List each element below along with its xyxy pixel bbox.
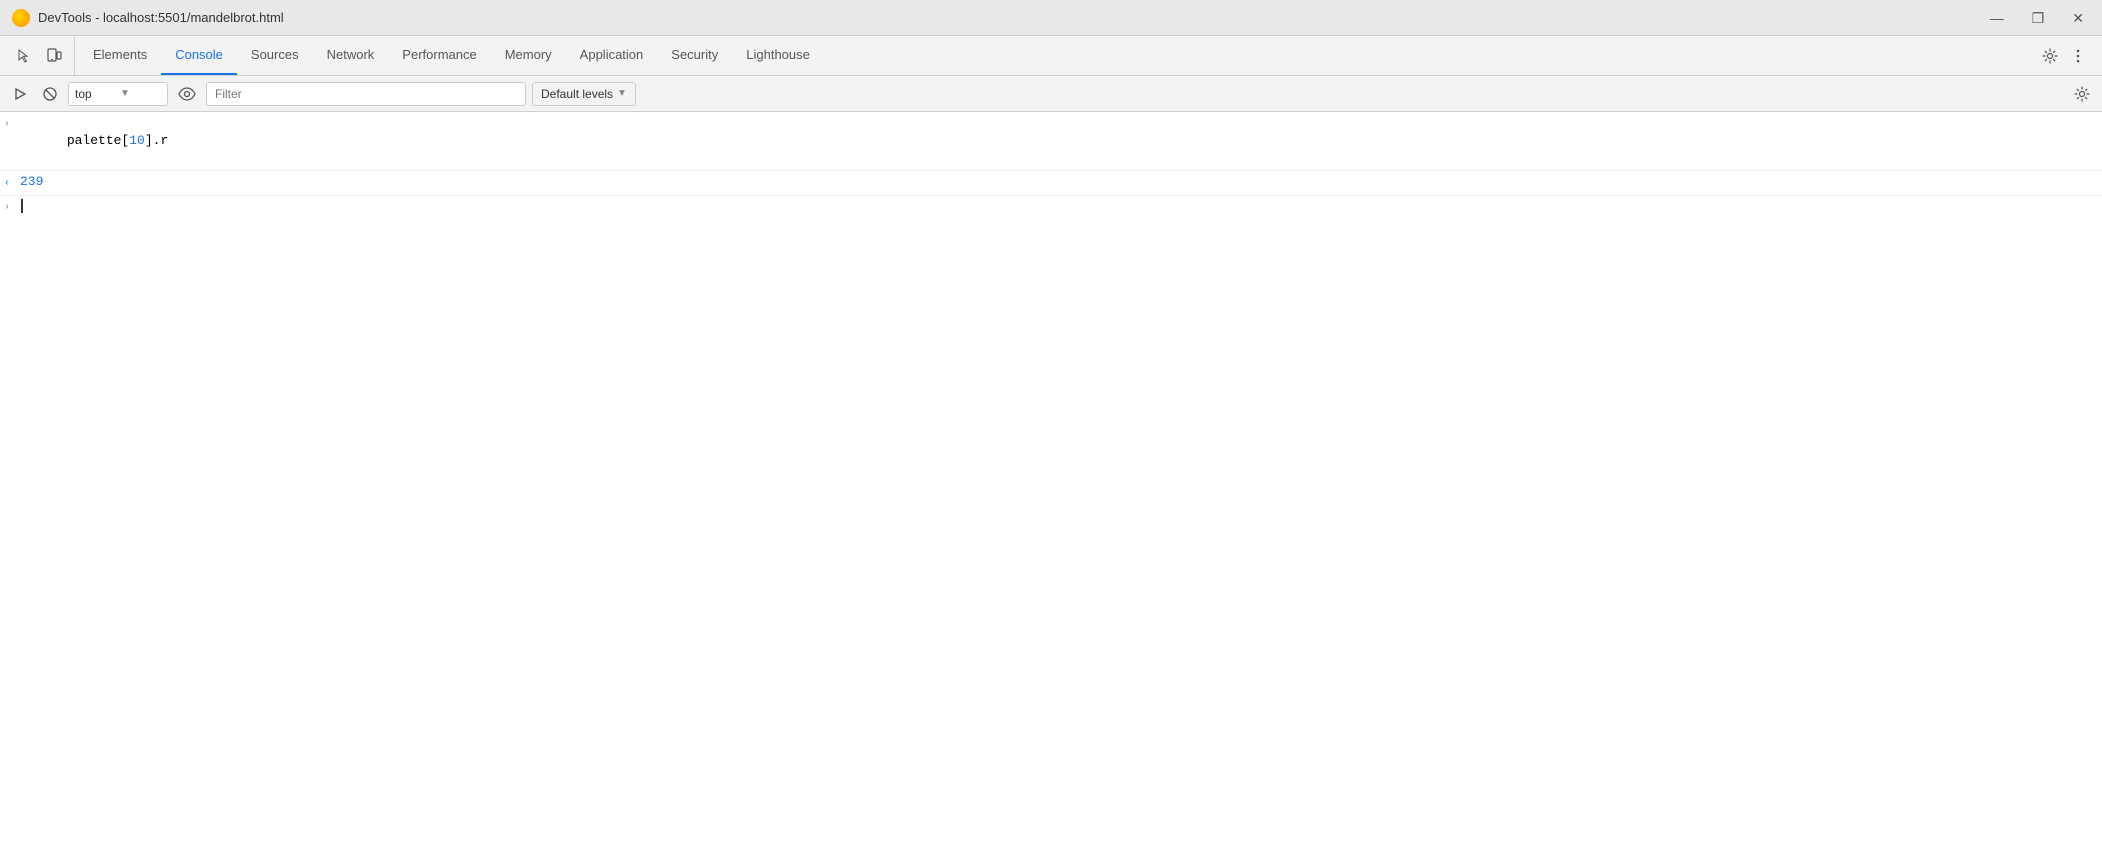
title-bar-text: DevTools - localhost:5501/mandelbrot.htm… — [38, 10, 1984, 25]
filter-input[interactable] — [206, 82, 526, 106]
title-bar: DevTools - localhost:5501/mandelbrot.htm… — [0, 0, 2102, 36]
context-selector[interactable]: top ▼ — [68, 82, 168, 106]
more-options-button[interactable] — [2066, 44, 2090, 68]
console-input-line-1: › palette[10].r — [0, 112, 2102, 171]
window-controls: — ❐ ✕ — [1984, 7, 2090, 29]
clear-console-button[interactable] — [8, 82, 32, 106]
eye-icon — [178, 87, 196, 101]
console-toolbar-right — [2070, 82, 2094, 106]
tab-performance[interactable]: Performance — [388, 36, 490, 75]
devtools-toolbar-icons — [4, 36, 75, 75]
console-output-line-1: ‹ 239 — [0, 171, 2102, 196]
clear-messages-button[interactable] — [38, 82, 62, 106]
close-button[interactable]: ✕ — [2066, 7, 2090, 29]
tab-security[interactable]: Security — [657, 36, 732, 75]
tab-application[interactable]: Application — [566, 36, 658, 75]
tab-lighthouse[interactable]: Lighthouse — [732, 36, 824, 75]
play-icon — [12, 86, 28, 102]
console-toolbar: top ▼ Default levels ▼ — [0, 76, 2102, 112]
console-cursor — [21, 199, 23, 213]
input-chevron-1: › — [4, 114, 20, 134]
tab-network[interactable]: Network — [313, 36, 389, 75]
inspect-element-button[interactable] — [12, 44, 36, 68]
chevron-down-icon: ▼ — [120, 88, 161, 99]
tab-sources[interactable]: Sources — [237, 36, 313, 75]
prompt-chevron: › — [4, 200, 20, 213]
minimize-button[interactable]: — — [1984, 7, 2010, 29]
devtools-icon — [12, 9, 30, 27]
output-chevron-1: ‹ — [4, 173, 20, 193]
maximize-button[interactable]: ❐ — [2026, 7, 2051, 29]
console-output: › palette[10].r ‹ 239 › — [0, 112, 2102, 855]
default-levels-button[interactable]: Default levels ▼ — [532, 82, 636, 106]
device-icon — [46, 48, 62, 64]
console-settings-button[interactable] — [2070, 82, 2094, 106]
tab-bar-right — [2038, 36, 2098, 75]
bracket-value: 10 — [129, 133, 145, 148]
gear-icon — [2042, 48, 2058, 64]
settings-button[interactable] — [2038, 44, 2062, 68]
cursor-icon — [16, 48, 32, 64]
live-expressions-button[interactable] — [174, 83, 200, 105]
tab-memory[interactable]: Memory — [491, 36, 566, 75]
ban-icon — [42, 86, 58, 102]
device-toggle-button[interactable] — [42, 44, 66, 68]
tab-console[interactable]: Console — [161, 36, 237, 75]
tab-bar: Elements Console Sources Network Perform… — [0, 36, 2102, 76]
context-label: top — [75, 87, 116, 101]
tab-elements[interactable]: Elements — [79, 36, 161, 75]
console-prompt-line[interactable]: › — [0, 196, 2102, 216]
console-expression-1: palette[10].r — [20, 114, 2094, 168]
console-result-1: 239 — [20, 173, 2094, 191]
levels-label: Default levels — [541, 87, 613, 101]
levels-chevron-icon: ▼ — [617, 88, 627, 99]
gear-icon — [2074, 86, 2090, 102]
kebab-icon — [2070, 48, 2086, 64]
